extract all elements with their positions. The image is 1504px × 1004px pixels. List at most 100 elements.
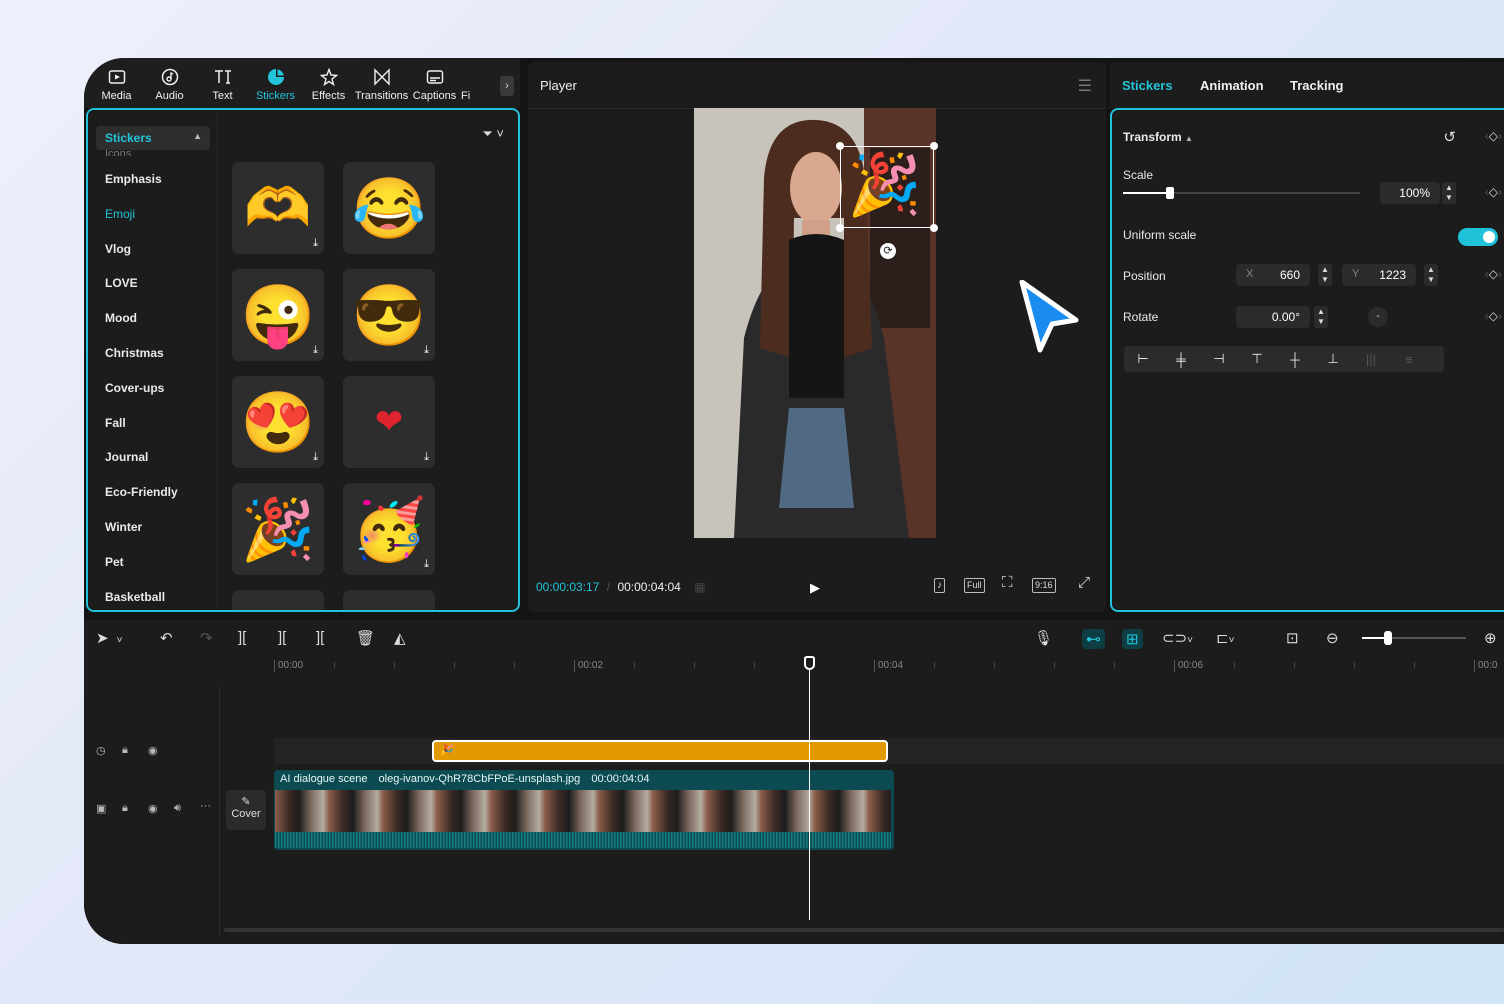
rotate-stepper[interactable]: ▲ ▼ — [1314, 306, 1328, 328]
align-bottom-icon[interactable]: ⊥ — [1314, 351, 1352, 367]
speaker-icon[interactable]: 🔊︎ — [174, 802, 181, 815]
position-x-input[interactable]: X 660 — [1236, 264, 1310, 286]
resize-handle[interactable] — [836, 224, 844, 232]
chain-icon[interactable]: ⊂⊃˅ — [1162, 629, 1193, 647]
sticker-item[interactable]: 😎 ⤓ — [343, 269, 435, 361]
tab-tracking[interactable]: Tracking — [1290, 78, 1343, 93]
play-icon[interactable]: ▶ — [810, 580, 820, 596]
align-center-v-icon[interactable]: ┼ — [1276, 352, 1314, 367]
position-x-stepper[interactable]: ▲ ▼ — [1318, 264, 1332, 286]
align-top-icon[interactable]: ⊤ — [1238, 351, 1276, 367]
rotate-dial[interactable]: - — [1368, 307, 1388, 327]
category-basketball[interactable]: Basketball — [105, 590, 178, 610]
keyframe-icon[interactable]: ‹◇› — [1485, 309, 1502, 323]
sticker-item[interactable]: 🥳 ⤓ — [343, 483, 435, 575]
snap-icon[interactable]: ⊞ — [1122, 629, 1143, 649]
position-y-input[interactable]: Y 1223 — [1342, 264, 1416, 286]
playhead[interactable] — [809, 660, 810, 920]
link-clips-icon[interactable]: ⊷ — [1082, 629, 1105, 649]
category-winter[interactable]: Winter — [105, 520, 178, 555]
category-love[interactable]: LOVE — [105, 276, 178, 311]
category-emoji[interactable]: Emoji — [105, 207, 178, 242]
transform-section[interactable]: Transform ▲ — [1123, 130, 1193, 144]
resize-handle[interactable] — [836, 142, 844, 150]
chevron-right-icon[interactable]: › — [500, 76, 514, 96]
grid-icon[interactable]: ▦ — [694, 580, 705, 594]
reset-icon[interactable]: ↺ — [1443, 128, 1456, 146]
tool-effects[interactable]: Effects — [302, 68, 355, 102]
more-icon[interactable]: ··· — [200, 800, 211, 812]
tool-media[interactable]: Media — [90, 68, 143, 102]
eye-icon[interactable]: ◉ — [148, 744, 158, 757]
split-icon[interactable]: ][ — [238, 629, 246, 646]
scale-slider-knob[interactable] — [1166, 187, 1175, 199]
category-cover-ups[interactable]: Cover-ups — [105, 381, 178, 416]
tool-filters[interactable]: Fi — [461, 68, 481, 102]
sticker-item[interactable]: 🎉 — [232, 483, 324, 575]
align-center-h-icon[interactable]: ╪ — [1162, 352, 1200, 367]
tiktok-icon[interactable]: ♪ — [934, 578, 945, 593]
keyframe-icon[interactable]: ‹◇› — [1485, 267, 1502, 281]
rotate-icon[interactable]: ⟳ — [880, 243, 896, 259]
tool-stickers[interactable]: Stickers — [249, 68, 302, 102]
split-left-icon[interactable]: ][ — [278, 629, 286, 646]
filter-icon[interactable]: ⏷ ˅ — [482, 126, 504, 142]
preview-axis-icon[interactable]: ⊏˅ — [1216, 629, 1234, 647]
tab-stickers[interactable]: Stickers — [1122, 78, 1173, 93]
zoom-fit-icon[interactable]: ⛶ — [1000, 575, 1015, 590]
category-journal[interactable]: Journal — [105, 450, 178, 485]
zoom-in-icon[interactable]: ⊕ — [1484, 629, 1497, 647]
video-clip[interactable]: AI dialogue scene oleg-ivanov-QhR78CbFPo… — [274, 770, 894, 850]
ratio-button[interactable]: 9:16 — [1032, 578, 1056, 593]
position-y-stepper[interactable]: ▲ ▼ — [1424, 264, 1438, 286]
tab-animation[interactable]: Animation — [1200, 78, 1264, 93]
uniform-scale-toggle[interactable] — [1458, 228, 1498, 246]
sticker-item[interactable]: 😍 ⤓ — [232, 376, 324, 468]
category-mood[interactable]: Mood — [105, 311, 178, 346]
category-eco-friendly[interactable]: Eco-Friendly — [105, 485, 178, 520]
category-christmas[interactable]: Christmas — [105, 346, 178, 381]
zoom-slider-knob[interactable] — [1384, 631, 1392, 645]
auto-fit-icon[interactable]: ⊡ — [1286, 629, 1299, 647]
scale-stepper[interactable]: ▲ ▼ — [1442, 182, 1456, 204]
delete-icon[interactable]: 🗑 — [356, 629, 375, 647]
eye-icon[interactable]: ◉ — [148, 802, 158, 815]
fullscreen-icon[interactable]: ⤢ — [1076, 575, 1092, 590]
mirror-icon[interactable]: ◭ — [394, 629, 406, 647]
tool-transitions[interactable]: Transitions — [355, 68, 408, 102]
distribute-h-icon[interactable]: ||| — [1352, 352, 1390, 367]
tool-text[interactable]: Text — [196, 68, 249, 102]
sticker-item[interactable]: 😜 ⤓ — [232, 269, 324, 361]
keyframe-icon[interactable]: ‹◇› — [1485, 129, 1502, 143]
menu-icon[interactable]: ☰ — [1078, 76, 1092, 96]
align-left-icon[interactable]: ⊢ — [1124, 351, 1162, 367]
resize-handle[interactable] — [930, 142, 938, 150]
lock-icon[interactable]: 🔒︎ — [122, 744, 128, 757]
sticker-item[interactable]: ⭐ — [343, 590, 435, 610]
redo-icon[interactable]: ↷ — [200, 629, 213, 647]
sticker-item[interactable]: 😂 — [343, 162, 435, 254]
sticker-type-dropdown[interactable]: Stickers ▲ — [96, 126, 210, 150]
horizontal-scrollbar[interactable] — [224, 928, 1504, 932]
resize-handle[interactable] — [930, 224, 938, 232]
cover-button[interactable]: ✎ Cover — [226, 790, 266, 830]
undo-icon[interactable]: ↶ — [160, 629, 173, 647]
align-right-icon[interactable]: ⊣ — [1200, 351, 1238, 367]
tool-captions[interactable]: Captions — [408, 68, 461, 102]
microphone-icon[interactable]: 🎙 — [1034, 629, 1053, 647]
category-vlog[interactable]: Vlog — [105, 242, 178, 277]
split-right-icon[interactable]: ][ — [316, 629, 324, 646]
rotate-input[interactable]: 0.00° — [1236, 306, 1310, 328]
lock-icon[interactable]: 🔒︎ — [122, 802, 128, 815]
scale-input[interactable]: 100% — [1380, 182, 1440, 204]
keyframe-icon[interactable]: ‹◇› — [1485, 185, 1502, 199]
scale-slider[interactable] — [1123, 187, 1360, 199]
category-pet[interactable]: Pet — [105, 555, 178, 590]
video-track-icon[interactable]: ▣ — [96, 802, 106, 815]
full-quality-button[interactable]: Full — [964, 578, 985, 593]
sticker-clip[interactable]: 🎉 — [432, 740, 888, 762]
distribute-v-icon[interactable]: ≡ — [1390, 352, 1428, 367]
sticker-item[interactable]: 🫶 ⤓ — [232, 162, 324, 254]
sticker-item[interactable]: ☁ — [232, 590, 324, 610]
category-emphasis[interactable]: Emphasis — [105, 172, 178, 207]
